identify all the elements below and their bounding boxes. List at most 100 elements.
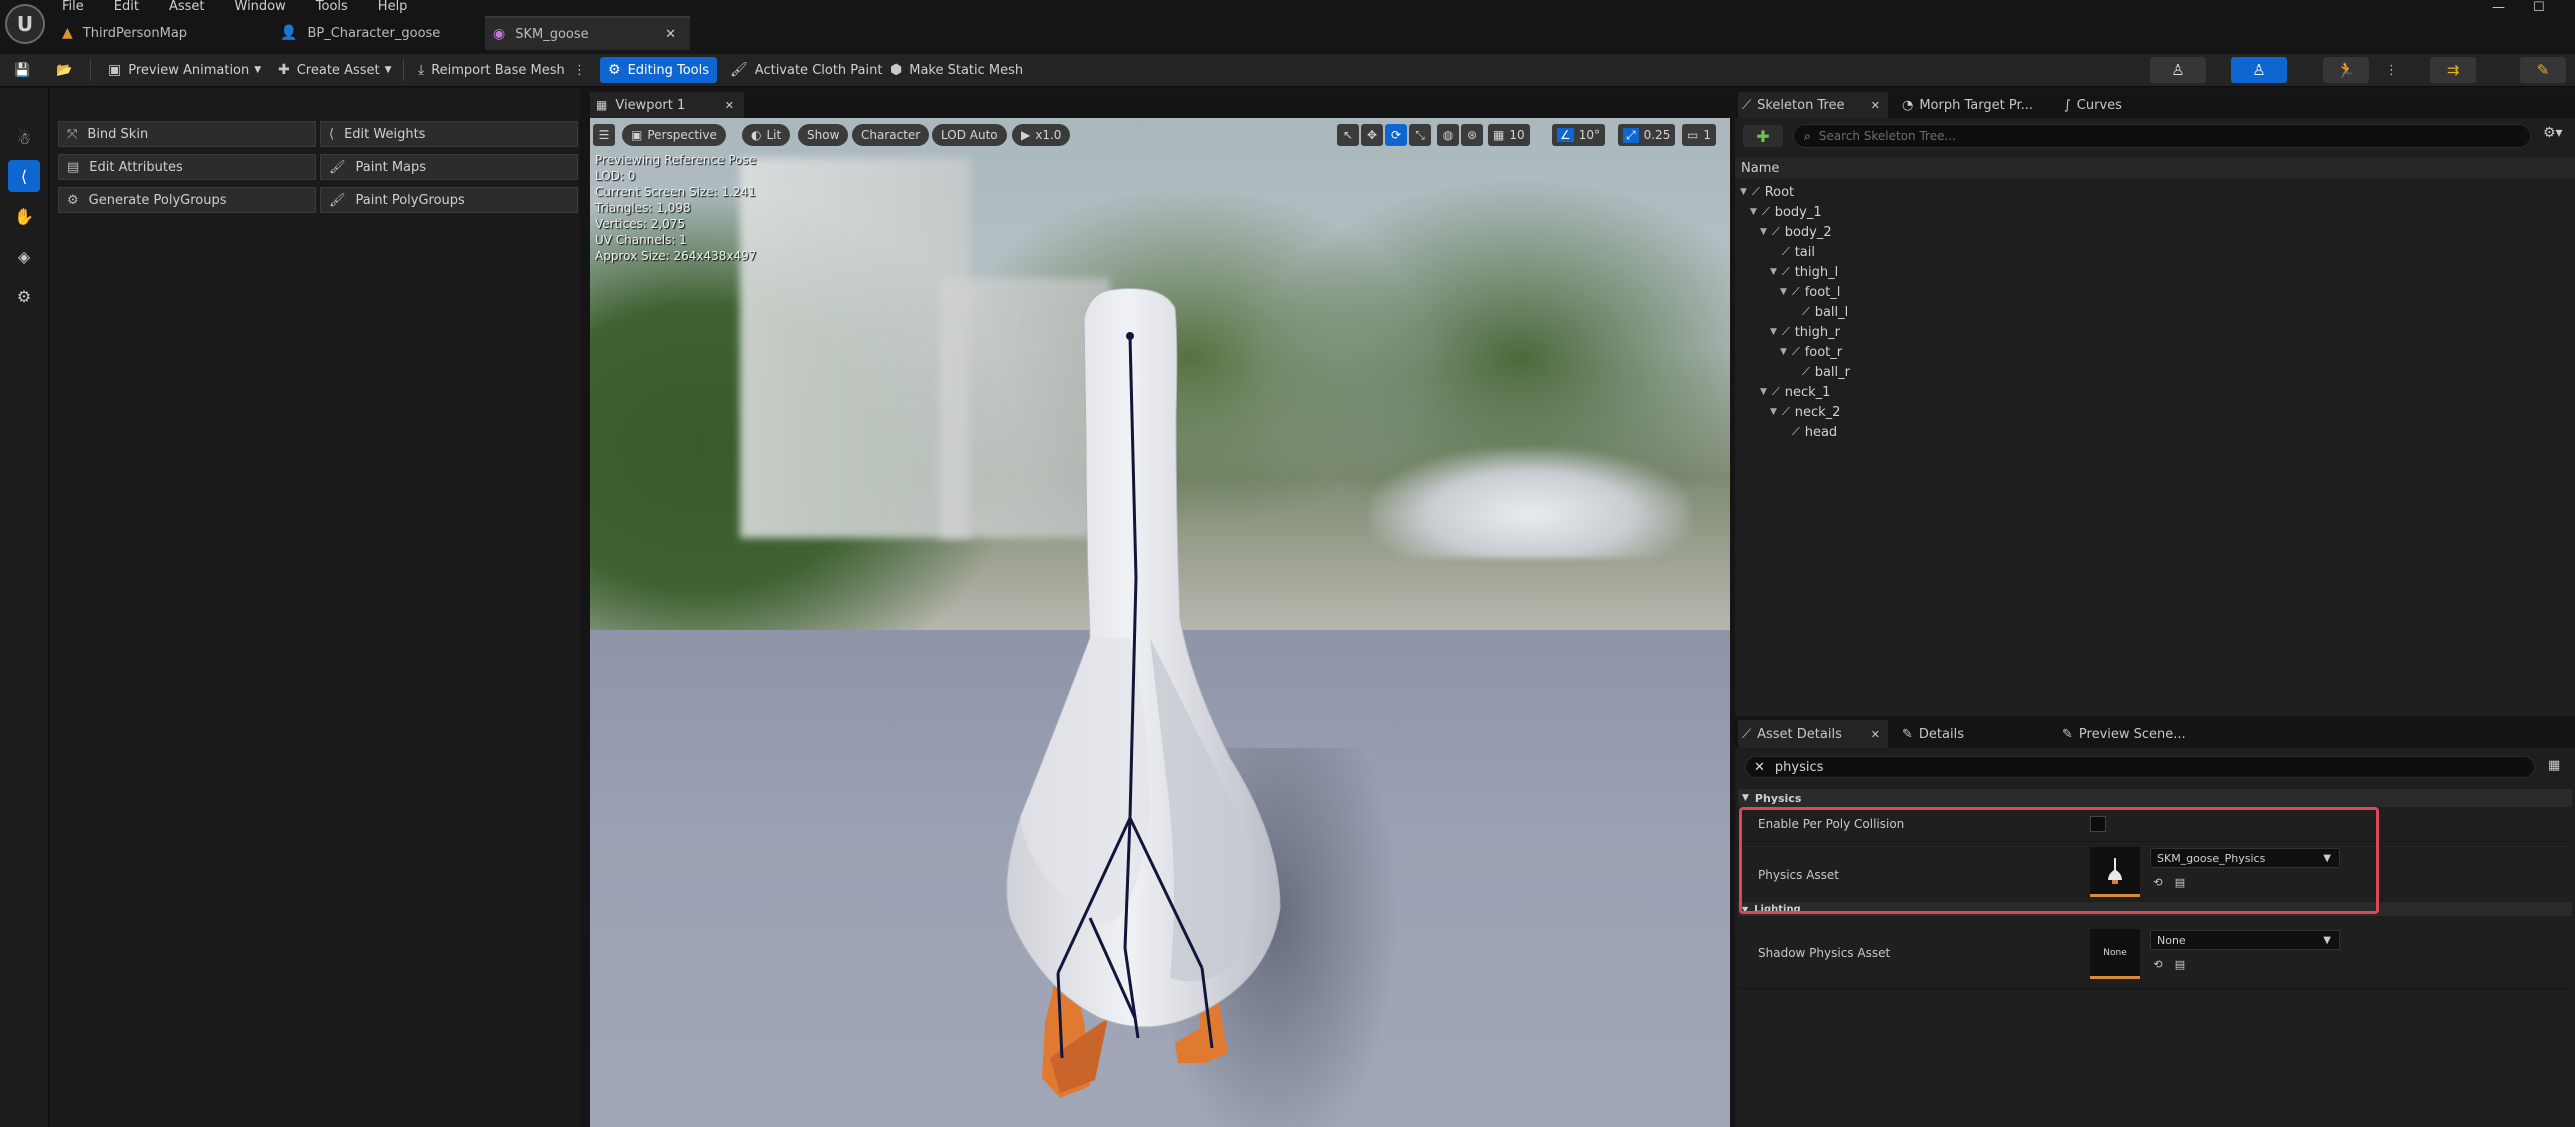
rotate-icon[interactable]: ⟳ — [1385, 124, 1407, 146]
expand-arrow-icon[interactable]: ▼ — [1780, 347, 1792, 357]
tab-preview-scene[interactable]: ✎ Preview Scene... — [2058, 720, 2218, 748]
lighting-category[interactable]: ▼ Lighting — [1738, 902, 2572, 916]
bone-row[interactable]: ▼ ⟋ body_2 — [1760, 222, 1832, 242]
show-button[interactable]: Show — [798, 124, 849, 146]
surface-snap-icon[interactable]: ⊛ — [1461, 124, 1483, 146]
scale-snap-button[interactable]: ⤢ 0.25 — [1618, 124, 1676, 146]
more-options-icon[interactable]: ⋮ — [573, 57, 586, 83]
attributes-mode-icon[interactable]: ◈ — [8, 240, 40, 272]
expand-arrow-icon[interactable]: ▼ — [1760, 227, 1772, 237]
bone-row[interactable]: ▼ ⟋ neck_2 — [1770, 402, 1840, 422]
perspective-button[interactable]: ▣ Perspective — [622, 124, 726, 146]
tab-details[interactable]: ✎ Details — [1898, 720, 2048, 748]
polygroups-mode-icon[interactable]: ⚙ — [8, 280, 40, 312]
unreal-logo-icon[interactable]: U — [5, 4, 45, 44]
grid-snap-button[interactable]: ▦ 10 — [1488, 124, 1530, 146]
camera-speed-button[interactable]: ▭ 1 — [1682, 124, 1716, 146]
make-static-mesh-button[interactable]: ⬢ Make Static Mesh — [890, 57, 1023, 83]
bone-row[interactable]: ▼ ⟋ body_1 — [1750, 202, 1822, 222]
tab-morph-target[interactable]: ◔ Morph Target Pr... — [1898, 92, 2058, 118]
add-socket-button[interactable]: ✚ — [1743, 125, 1783, 147]
rotation-snap-button[interactable]: ∠ 10° — [1552, 124, 1606, 146]
select-icon[interactable]: ↖ — [1337, 124, 1359, 146]
viewport-menu-icon[interactable]: ☰ — [593, 124, 615, 146]
blueprint-mode-icon[interactable]: ⇉ — [2430, 57, 2476, 83]
mesh-mode-icon[interactable]: ♙ — [2231, 57, 2287, 83]
edit-weights-button[interactable]: ⟨ Edit Weights — [320, 121, 578, 147]
bind-skin-button[interactable]: ⤧ Bind Skin — [58, 121, 316, 147]
property-matrix-icon[interactable]: ▦ — [2548, 758, 2560, 773]
bone-row[interactable]: ⟋ ball_r — [1790, 362, 1850, 382]
minimize-icon[interactable]: — — [2492, 0, 2505, 15]
skeleton-search-input[interactable]: ⌕ Search Skeleton Tree... — [1793, 124, 2531, 148]
tab-skm-goose[interactable]: ◉ SKM_goose ✕ — [485, 16, 690, 50]
generate-polygroups-button[interactable]: ⚙ Generate PolyGroups — [58, 187, 316, 213]
expand-arrow-icon[interactable]: ▼ — [1740, 187, 1752, 197]
animation-mode-icon[interactable]: 🏃 — [2323, 57, 2369, 83]
tab-bp-character-goose[interactable]: 👤 BP_Character_goose — [280, 16, 480, 50]
tab-thirdpersonmap[interactable]: ▲ ThirdPersonMap — [62, 16, 262, 50]
shadow-physics-asset-thumbnail[interactable]: None — [2090, 929, 2140, 979]
weights-mode-icon[interactable]: ⟨ — [8, 160, 40, 192]
bone-row[interactable]: ▼ ⟋ thigh_r — [1770, 322, 1840, 342]
close-tab-icon[interactable]: ✕ — [725, 99, 734, 112]
tab-asset-details[interactable]: ⟋ Asset Details ✕ — [1738, 720, 1888, 748]
bone-row[interactable]: ▼ ⟋ foot_r — [1780, 342, 1842, 362]
skeleton-mode-icon[interactable]: ♙ — [2150, 57, 2206, 83]
physics-mode-icon[interactable]: ✎ — [2520, 57, 2566, 83]
create-asset-button[interactable]: ✚ Create Asset ▼ — [278, 57, 392, 83]
expand-arrow-icon[interactable]: ▼ — [1770, 327, 1782, 337]
bone-row[interactable]: ⟋ ball_l — [1790, 302, 1848, 322]
details-search-input[interactable]: ✕ physics — [1745, 756, 2535, 778]
bone-row[interactable]: ▼ ⟋ neck_1 — [1760, 382, 1830, 402]
shadow-physics-asset-dropdown[interactable]: None ▼ — [2150, 930, 2340, 950]
3d-viewport[interactable]: ☰ ▣ Perspective ◐ Lit Show Character LOD A… — [590, 118, 1730, 1127]
character-button[interactable]: Character — [852, 124, 930, 146]
bone-row[interactable]: ⟋ tail — [1770, 242, 1815, 262]
menu-tools[interactable]: Tools — [316, 0, 348, 14]
goose-mesh[interactable] — [590, 118, 1730, 1127]
close-tab-icon[interactable]: ✕ — [1871, 99, 1880, 112]
expand-arrow-icon[interactable]: ▼ — [1760, 387, 1772, 397]
tab-skeleton-tree[interactable]: ⟋ Skeleton Tree ✕ — [1738, 92, 1888, 118]
use-selected-icon[interactable]: ⟲ — [2150, 874, 2166, 890]
expand-arrow-icon[interactable]: ▼ — [1770, 267, 1782, 277]
paint-mode-icon[interactable]: ✋ — [8, 200, 40, 232]
per-poly-collision-checkbox[interactable] — [2090, 816, 2106, 832]
translate-icon[interactable]: ✥ — [1361, 124, 1383, 146]
physics-asset-dropdown[interactable]: SKM_goose_Physics ▼ — [2150, 848, 2340, 868]
save-icon[interactable]: 💾 — [14, 57, 30, 83]
more-modes-icon[interactable]: ⋮ — [2385, 57, 2398, 83]
menu-help[interactable]: Help — [378, 0, 408, 14]
bone-row[interactable]: ▼ ⟋ foot_l — [1780, 282, 1840, 302]
lod-button[interactable]: LOD Auto — [932, 124, 1007, 146]
physics-asset-thumbnail[interactable] — [2090, 847, 2140, 897]
paint-polygroups-button[interactable]: 🖌 Paint PolyGroups — [320, 187, 578, 213]
edit-attributes-button[interactable]: ▤ Edit Attributes — [58, 154, 316, 180]
preview-animation-button[interactable]: ▣ Preview Animation ▼ — [108, 57, 261, 83]
coordinate-space-icon[interactable]: ◍ — [1437, 124, 1459, 146]
menu-edit[interactable]: Edit — [114, 0, 139, 14]
tab-viewport-1[interactable]: ▦ Viewport 1 ✕ — [590, 92, 744, 118]
activate-cloth-paint-button[interactable]: 🖌 Activate Cloth Paint — [730, 57, 882, 83]
menu-window[interactable]: Window — [235, 0, 286, 14]
expand-arrow-icon[interactable]: ▼ — [1750, 207, 1762, 217]
playback-speed-button[interactable]: ▶ x1.0 — [1012, 124, 1071, 146]
maximize-icon[interactable]: ☐ — [2533, 0, 2545, 15]
clear-search-icon[interactable]: ✕ — [1754, 760, 1765, 775]
close-tab-icon[interactable]: ✕ — [1871, 728, 1880, 741]
bone-row[interactable]: ▼ ⟋ Root — [1740, 182, 1794, 202]
tab-curves[interactable]: ∫ Curves — [2060, 92, 2170, 118]
use-selected-icon[interactable]: ⟲ — [2150, 956, 2166, 972]
skin-mode-icon[interactable]: ☃ — [8, 122, 40, 154]
paint-maps-button[interactable]: 🖌 Paint Maps — [320, 154, 578, 180]
expand-arrow-icon[interactable]: ▼ — [1780, 287, 1792, 297]
editing-tools-button[interactable]: ⚙ Editing Tools — [600, 57, 717, 83]
bone-row[interactable]: ▼ ⟋ thigh_l — [1770, 262, 1838, 282]
menu-file[interactable]: File — [62, 0, 84, 14]
menu-asset[interactable]: Asset — [169, 0, 205, 14]
scale-icon[interactable]: ⤡ — [1409, 124, 1431, 146]
settings-gear-icon[interactable]: ⚙▾ — [2543, 125, 2563, 141]
close-tab-icon[interactable]: ✕ — [665, 27, 676, 42]
lit-button[interactable]: ◐ Lit — [742, 124, 791, 146]
